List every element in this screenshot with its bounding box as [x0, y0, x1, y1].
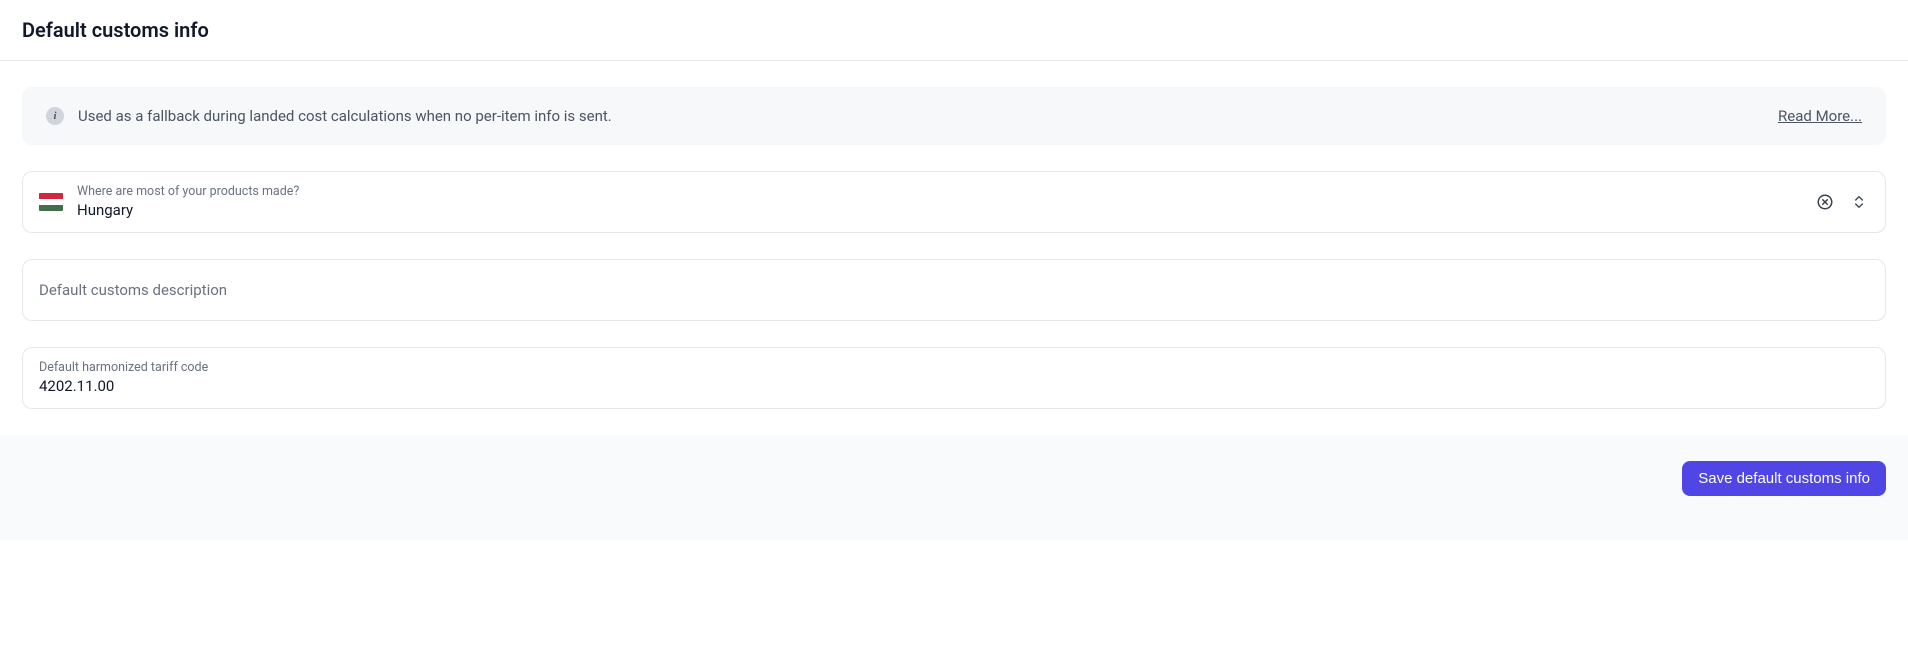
- description-field-body: Default customs description: [39, 281, 1869, 299]
- info-banner-text: Used as a fallback during landed cost ca…: [78, 107, 612, 125]
- tariff-field-body: Default harmonized tariff code 4202.11.0…: [39, 359, 1869, 398]
- info-banner: i Used as a fallback during landed cost …: [22, 87, 1886, 145]
- description-placeholder: Default customs description: [39, 281, 1869, 299]
- tariff-input-field[interactable]: Default harmonized tariff code 4202.11.0…: [22, 347, 1886, 409]
- info-icon: i: [46, 107, 64, 125]
- flag-stripe-bottom: [39, 205, 63, 211]
- info-banner-left: i Used as a fallback during landed cost …: [46, 107, 612, 125]
- description-input-field[interactable]: Default customs description: [22, 259, 1886, 321]
- save-button[interactable]: Save default customs info: [1682, 461, 1886, 496]
- content-area: i Used as a fallback during landed cost …: [0, 61, 1908, 409]
- tariff-field-value: 4202.11.00: [39, 376, 1869, 397]
- page-header: Default customs info: [0, 0, 1908, 61]
- clear-icon[interactable]: [1815, 192, 1835, 212]
- read-more-link[interactable]: Read More...: [1778, 107, 1862, 125]
- tariff-field-label: Default harmonized tariff code: [39, 359, 1869, 377]
- country-field-label: Where are most of your products made?: [77, 183, 1801, 201]
- flag-icon: [39, 193, 63, 211]
- country-field-body: Where are most of your products made? Hu…: [77, 183, 1801, 222]
- country-field-value: Hungary: [77, 200, 1801, 221]
- select-chevrons-icon[interactable]: [1849, 192, 1869, 212]
- country-select-field[interactable]: Where are most of your products made? Hu…: [22, 171, 1886, 233]
- page-title: Default customs info: [22, 18, 1886, 42]
- country-field-actions: [1815, 192, 1869, 212]
- footer-bar: Save default customs info: [0, 435, 1908, 540]
